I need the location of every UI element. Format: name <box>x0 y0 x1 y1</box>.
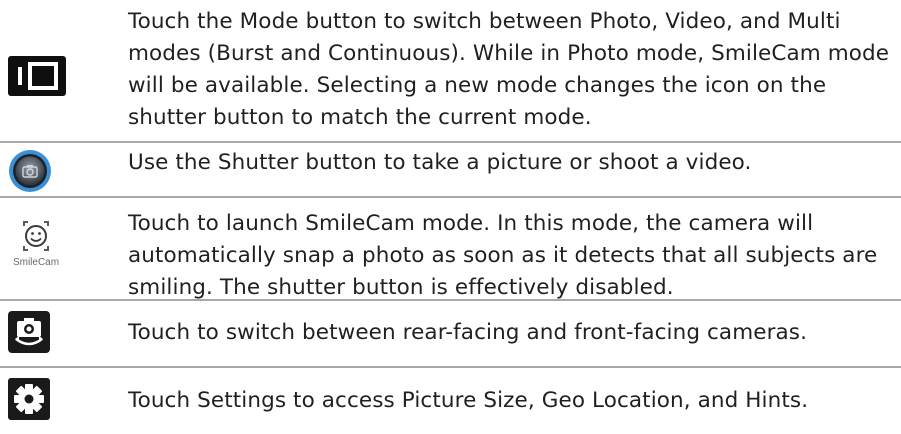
smilecam-description: Touch to launch SmileCam mode. In this m… <box>128 211 878 300</box>
icon-cell: SmileCam <box>0 198 120 299</box>
table-row: Touch Settings to access Picture Size, G… <box>0 368 901 434</box>
mode-description: Touch the Mode button to switch between … <box>128 9 890 130</box>
table-row: Use the Shutter button to take a picture… <box>0 143 901 196</box>
shutter-icon <box>9 150 51 192</box>
table-row: SmileCam Touch to launch SmileCam mode. … <box>0 198 901 300</box>
camera-controls-table: Touch the Mode button to switch between … <box>0 0 901 434</box>
shutter-description: Use the Shutter button to take a picture… <box>128 150 752 175</box>
mode-icon <box>8 56 66 96</box>
switch-camera-description: Touch to switch between rear-facing and … <box>128 320 808 345</box>
icon-cell <box>0 368 120 434</box>
table-row: Touch the Mode button to switch between … <box>0 0 901 141</box>
table-row: Touch to switch between rear-facing and … <box>0 301 901 366</box>
icon-cell <box>0 301 120 366</box>
settings-description: Touch Settings to access Picture Size, G… <box>128 388 809 413</box>
icon-cell <box>0 0 120 141</box>
settings-gear-icon <box>8 378 50 420</box>
smilecam-icon: SmileCam <box>13 221 59 268</box>
switch-camera-icon <box>8 311 50 353</box>
smilecam-icon-caption: SmileCam <box>13 257 59 268</box>
icon-cell <box>0 143 120 196</box>
